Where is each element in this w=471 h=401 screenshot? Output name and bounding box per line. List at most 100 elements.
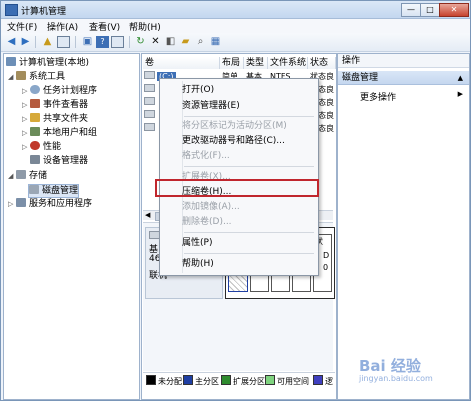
volume-icon [144,97,155,105]
tree-local-users[interactable]: ▷ 本地用户和组 [22,127,97,139]
watermark: Bai 经验 jingyan.baidu.com [353,351,465,387]
refresh-icon[interactable]: ↻ [134,36,147,48]
expand-arrow-icon[interactable]: ▷ [22,99,30,111]
expand-arrow-icon[interactable]: ▷ [22,85,30,97]
toolbar: ◀ ▶ ▲ ▣ ? ↻ ✕ ◧ ▰ ⌕ ▦ [1,33,470,52]
expand-arrow-icon[interactable]: ▷ [8,198,16,210]
event-viewer-icon [30,99,40,108]
menu-separator [184,166,314,167]
clock-icon [30,85,40,94]
disk-icon [29,185,39,194]
computer-management-icon [5,4,18,16]
close-button[interactable]: ✕ [439,3,469,17]
delete-icon[interactable]: ✕ [149,36,162,48]
column-type[interactable]: 类型 [244,57,268,69]
volume-icon [144,123,155,131]
actions-header: 操作 [338,54,469,68]
tree-services[interactable]: ▷ 服务和应用程序 [8,198,92,210]
tree-event-viewer[interactable]: ▷ 事件查看器 [22,99,88,111]
column-volume[interactable]: 卷 [143,57,220,69]
collapse-arrow-icon[interactable]: ◢ [8,71,16,83]
legend-primary: 主分区 [183,375,219,387]
menu-item-format: 格式化(F)... [182,151,230,161]
column-layout[interactable]: 布局 [220,57,244,69]
partition-legend: 未分配 主分区 扩展分区 可用空间 逻 [143,372,335,387]
tree-system-tools[interactable]: ◢ 系统工具 [8,71,65,83]
services-icon [16,198,26,207]
partition-size-label: D [323,251,330,260]
view-icon[interactable] [111,36,124,48]
menu-separator [184,253,314,254]
legend-extended: 扩展分区 [221,375,265,387]
tools-icon [16,71,26,80]
menu-view[interactable]: 查看(V) [89,20,120,33]
minimize-button[interactable]: — [401,3,421,17]
properties2-icon[interactable]: ▦ [209,36,222,48]
legend-unallocated: 未分配 [146,375,182,387]
actions-pane: 操作 磁盘管理 ▲ 更多操作 ▶ [337,53,470,400]
menu-item-add-mirror: 添加镜像(A)... [182,202,240,212]
toolbar-separator [129,36,130,48]
tree-device-manager[interactable]: 设备管理器 [30,155,88,167]
context-menu: 打开(O) 资源管理器(E) 将分区标记为活动分区(M) 更改驱动器号和路径(C… [159,78,319,276]
menu-help[interactable]: 帮助(H) [129,20,161,33]
actions-disk-management[interactable]: 磁盘管理 ▲ [338,71,469,85]
menu-action[interactable]: 操作(A) [47,20,78,33]
navigation-tree: 计算机管理(本地) ◢ 系统工具 ▷ 任务计划程序 ▷ 事件查看器 ▷ 共享文件夹 ▷ 本… [3,53,140,400]
forward-icon[interactable]: ▶ [19,36,32,48]
users-icon [30,127,40,136]
partition-size-label: 0 [323,263,329,272]
maximize-button[interactable]: □ [420,3,440,17]
up-folder-icon[interactable]: ▲ [41,36,54,48]
search-icon[interactable]: ⌕ [194,36,207,48]
tree-shared-folders[interactable]: ▷ 共享文件夹 [22,113,88,125]
menu-item-properties[interactable]: 属性(P) [182,236,212,250]
performance-icon [30,141,40,150]
menu-file[interactable]: 文件(F) [7,20,37,33]
tree-disk-management[interactable]: 磁盘管理 [28,184,80,198]
volume-icon [144,71,155,79]
device-manager-icon [30,155,40,164]
submenu-arrow-icon: ▶ [457,90,463,98]
menu-item-change-drive-letter[interactable]: 更改驱动器号和路径(C)... [182,134,285,148]
menu-item-mark-active: 将分区标记为活动分区(M) [182,121,287,131]
menu-item-help[interactable]: 帮助(H) [182,257,214,271]
format-icon[interactable]: ◧ [164,36,177,48]
scroll-left-icon[interactable]: ◀ [145,211,150,219]
menu-bar: 文件(F) 操作(A) 查看(V) 帮助(H) [1,19,470,33]
properties-icon[interactable]: ▣ [81,36,94,48]
menu-separator [184,232,314,233]
computer-icon [6,57,16,66]
legend-logical: 逻 [313,375,333,387]
back-icon[interactable]: ◀ [5,36,18,48]
watermark-url: jingyan.baidu.com [359,374,433,383]
tree-task-scheduler[interactable]: ▷ 任务计划程序 [22,85,97,97]
legend-free-space: 可用空间 [265,375,309,387]
menu-separator [184,116,314,117]
storage-icon [16,170,26,179]
expand-arrow-icon[interactable]: ▷ [22,127,30,139]
tree-storage[interactable]: ◢ 存储 [8,170,47,182]
title-bar: 计算机管理 — □ ✕ [1,1,470,19]
highlight-box [155,179,319,197]
column-status[interactable]: 状态 [308,57,336,69]
menu-item-open[interactable]: 打开(O) [182,83,214,97]
tree-performance[interactable]: ▷ 性能 [22,141,61,153]
more-actions[interactable]: 更多操作 [360,90,396,103]
column-filesystem[interactable]: 文件系统 [268,57,308,69]
toolbar-separator [75,36,76,48]
computer-management-window: 计算机管理 — □ ✕ 文件(F) 操作(A) 查看(V) 帮助(H) ◀ ▶ … [0,0,471,401]
expand-arrow-icon[interactable]: ▷ [22,141,30,153]
watermark-brand: Bai 经验 [359,357,421,375]
menu-item-explorer[interactable]: 资源管理器(E) [182,99,240,113]
collapse-arrow-icon[interactable]: ◢ [8,170,16,182]
expand-arrow-icon[interactable]: ▷ [22,113,30,125]
volume-icon [144,110,155,118]
show-tree-icon[interactable] [57,36,70,48]
collapse-up-icon[interactable]: ▲ [458,71,463,85]
tree-root[interactable]: 计算机管理(本地) [6,57,89,69]
menu-item-delete-volume: 删除卷(D)... [182,217,232,227]
help-icon[interactable]: ? [96,36,109,48]
toolbar-separator [35,36,36,48]
open-icon[interactable]: ▰ [179,36,192,48]
